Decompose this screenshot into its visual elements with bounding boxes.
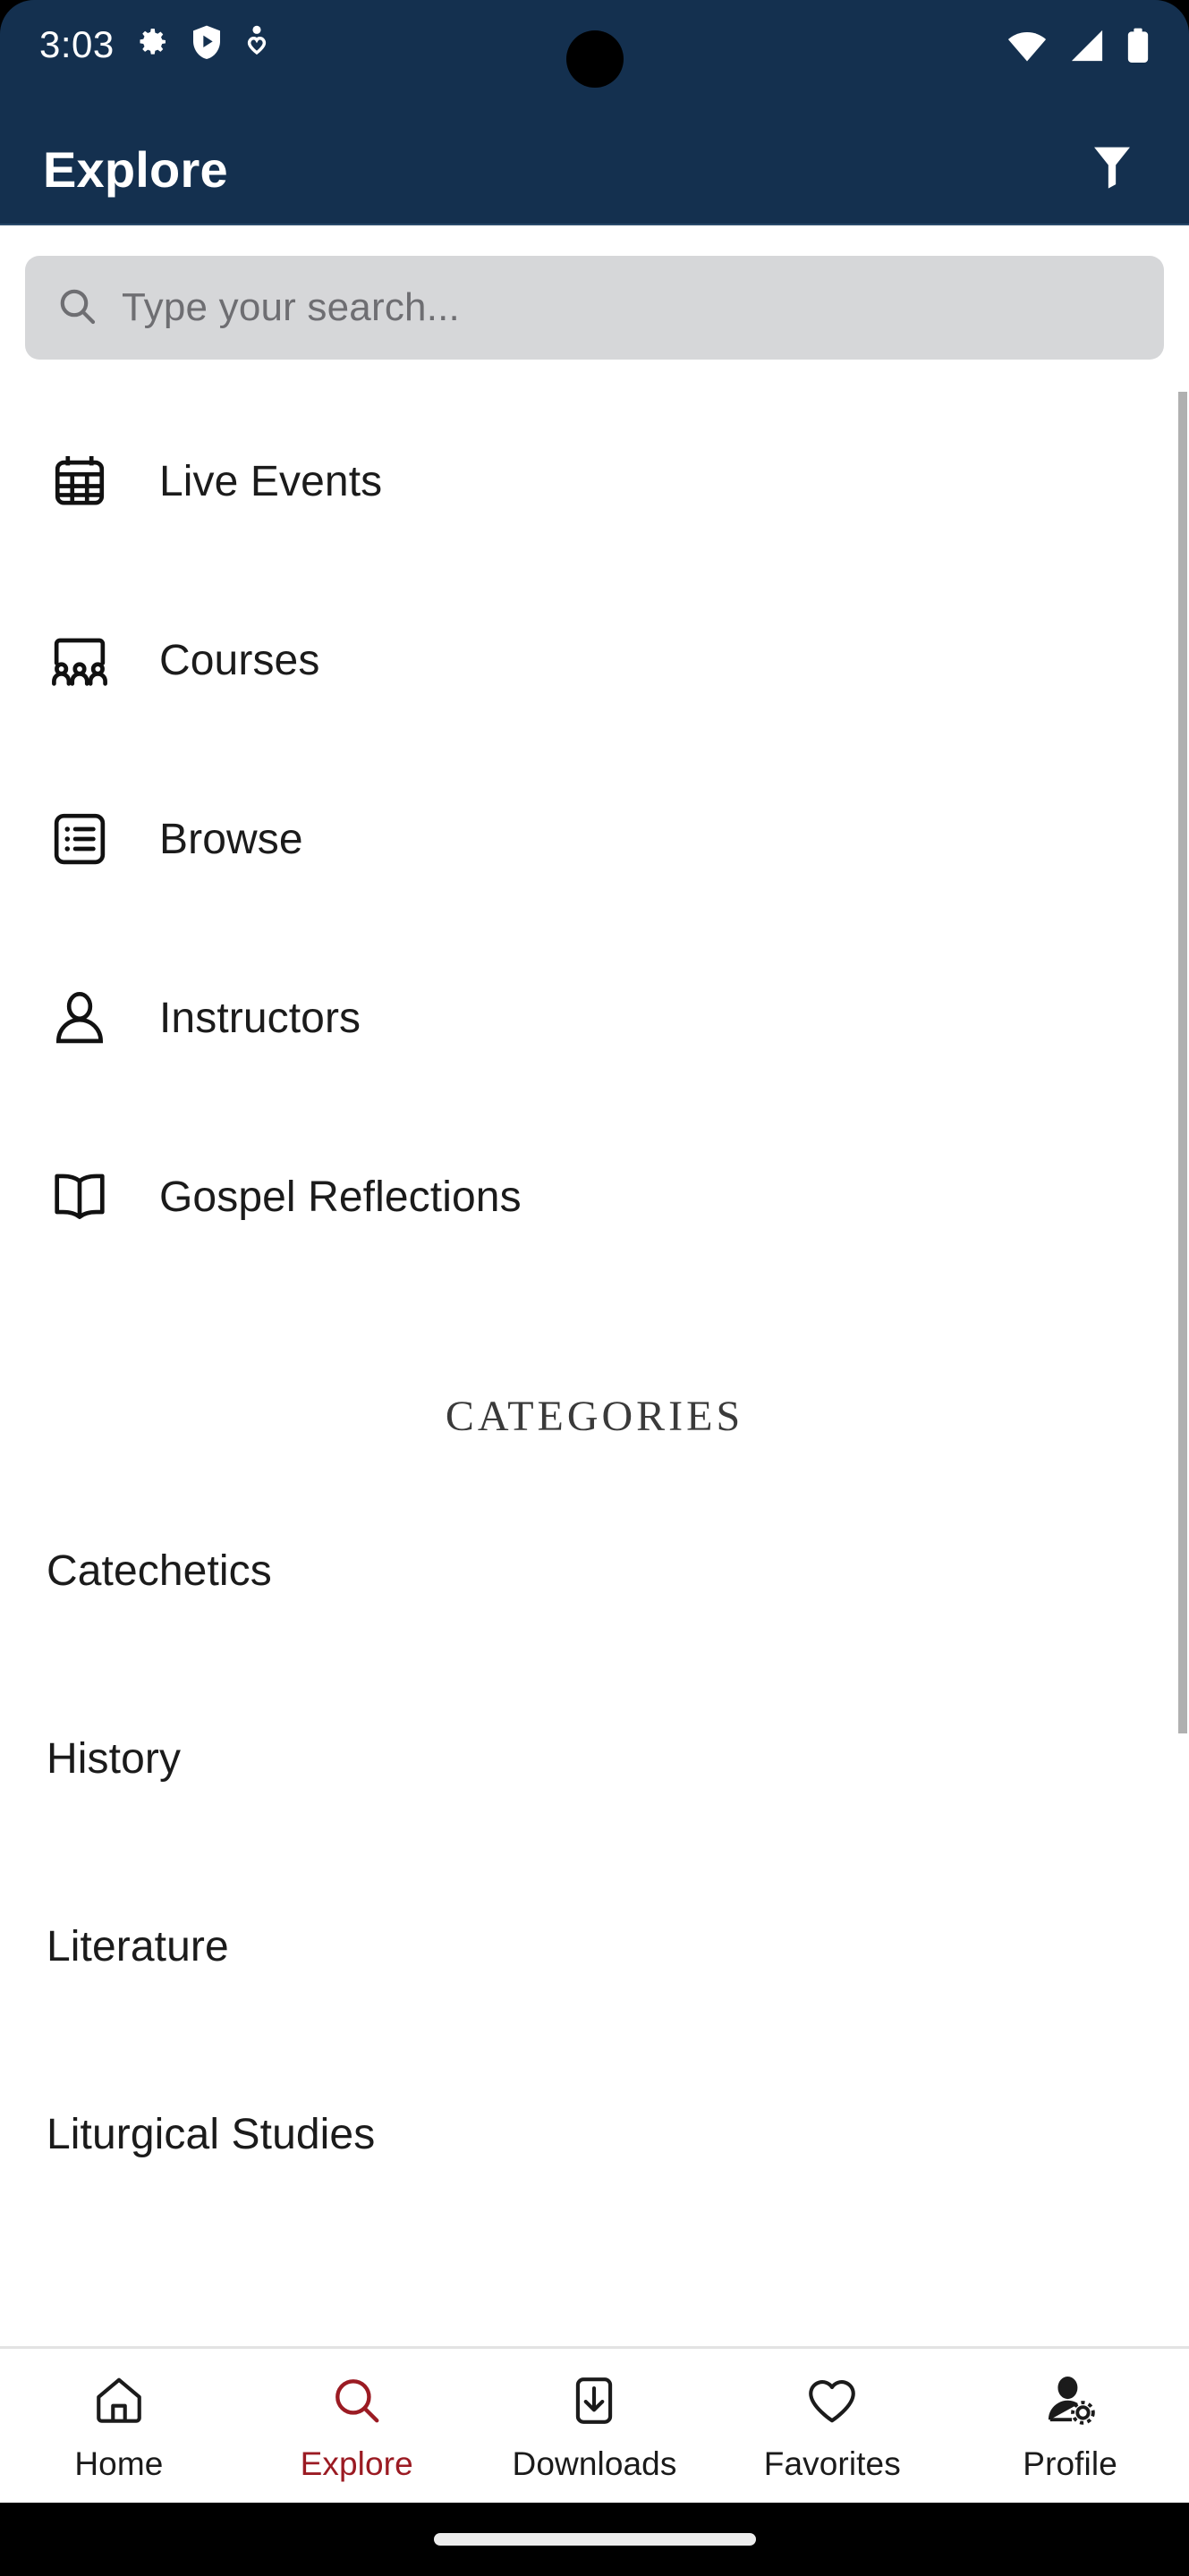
tab-explore[interactable]: Explore: [238, 2368, 476, 2483]
nav-item-label: Instructors: [159, 994, 361, 1042]
bottom-navigation: Home Explore Downloads Favorites Profile: [0, 2346, 1189, 2503]
nav-item-instructors[interactable]: Instructors: [0, 928, 1189, 1107]
gesture-pill[interactable]: [433, 2533, 756, 2546]
app-bar: Explore: [0, 114, 1189, 225]
tab-profile[interactable]: Profile: [951, 2368, 1189, 2483]
person-icon: [47, 985, 113, 1051]
category-item-literature[interactable]: Literature: [0, 1852, 1189, 2040]
home-icon: [91, 2368, 147, 2433]
nav-item-label: Browse: [159, 815, 303, 863]
category-item-catechetics[interactable]: Catechetics: [0, 1477, 1189, 1665]
cellular-signal-icon: [1067, 29, 1107, 67]
search-input[interactable]: Type your search...: [25, 256, 1164, 360]
app-screen: 3:03 Explore Type your search... Live Ev…: [0, 0, 1189, 2576]
calendar-icon: [47, 448, 113, 514]
category-label: History: [47, 1734, 182, 1783]
screen-corner-right: [1155, 0, 1189, 34]
category-label: Literature: [47, 1922, 229, 1970]
tab-favorites[interactable]: Favorites: [713, 2368, 951, 2483]
status-bar-left: 3:03: [39, 23, 270, 65]
scrollbar-thumb[interactable]: [1178, 392, 1187, 1733]
category-item-history[interactable]: History: [0, 1665, 1189, 1852]
search-icon: [55, 284, 98, 332]
tab-label: Home: [74, 2445, 164, 2482]
scroll-content[interactable]: Live Events Courses Browse Instructors G…: [0, 386, 1189, 2346]
filter-button[interactable]: [1074, 131, 1150, 207]
nav-item-gospel-reflections[interactable]: Gospel Reflections: [0, 1107, 1189, 1286]
download-box-icon: [566, 2368, 622, 2433]
nav-item-label: Courses: [159, 636, 320, 684]
system-gesture-bar: [0, 2503, 1189, 2576]
tab-label: Profile: [1023, 2445, 1117, 2482]
battery-icon: [1126, 27, 1150, 69]
status-bar: 3:03: [0, 0, 1189, 114]
tab-home[interactable]: Home: [0, 2368, 238, 2483]
shield-play-icon: [190, 24, 224, 64]
category-label: Catechetics: [47, 1546, 272, 1595]
nav-item-label: Gospel Reflections: [159, 1173, 522, 1221]
gear-icon: [134, 24, 170, 64]
tab-label: Downloads: [512, 2445, 677, 2482]
content-inner: Live Events Courses Browse Instructors G…: [0, 386, 1189, 2228]
wifi-icon: [1006, 29, 1048, 67]
categories-list: Catechetics History Literature Liturgica…: [0, 1477, 1189, 2228]
tab-label: Explore: [300, 2445, 413, 2482]
search-icon: [329, 2368, 385, 2433]
status-bar-clock: 3:03: [39, 22, 115, 65]
category-label: Liturgical Studies: [47, 2110, 376, 2158]
filter-funnel-icon: [1090, 143, 1134, 196]
category-item-liturgical-studies[interactable]: Liturgical Studies: [0, 2040, 1189, 2228]
scrollbar[interactable]: [1178, 386, 1189, 2346]
tab-downloads[interactable]: Downloads: [476, 2368, 714, 2483]
location-heart-icon: [243, 23, 270, 65]
person-gear-icon: [1042, 2368, 1098, 2433]
status-bar-right: [1006, 27, 1150, 69]
page-title: Explore: [43, 140, 228, 198]
search-section: Type your search...: [0, 225, 1189, 386]
nav-item-browse[interactable]: Browse: [0, 750, 1189, 928]
nav-item-label: Live Events: [159, 457, 383, 505]
nav-item-live-events[interactable]: Live Events: [0, 392, 1189, 571]
group-people-icon: [47, 627, 113, 693]
heart-icon: [804, 2368, 860, 2433]
screen-corner-left: [0, 0, 34, 34]
nav-list: Live Events Courses Browse Instructors G…: [0, 386, 1189, 1286]
open-book-icon: [47, 1164, 113, 1230]
nav-item-courses[interactable]: Courses: [0, 571, 1189, 750]
camera-punch-hole: [565, 30, 624, 88]
list-box-icon: [47, 806, 113, 872]
categories-heading: CATEGORIES: [445, 1393, 744, 1440]
tab-label: Favorites: [763, 2445, 901, 2482]
search-placeholder: Type your search...: [122, 285, 460, 329]
